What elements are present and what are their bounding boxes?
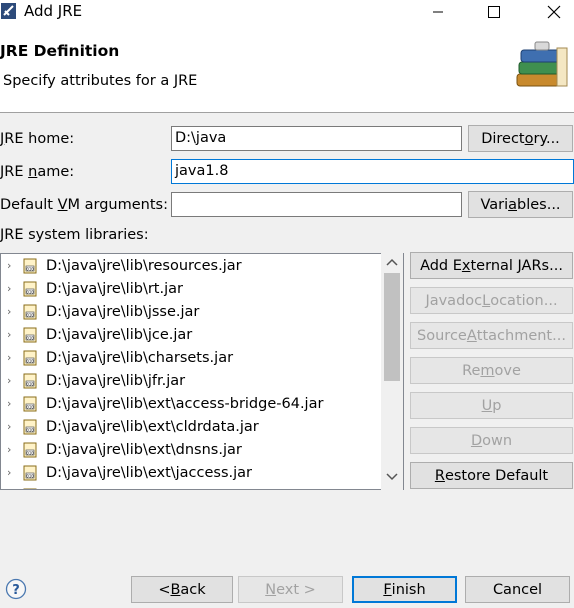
minimize-icon — [433, 11, 443, 13]
close-button[interactable] — [534, 0, 574, 24]
system-libraries-list[interactable]: › 010 D:\java\jre\lib\resources.jar › 010 D:\… — [0, 253, 404, 490]
library-path: D:\java\jre\lib\jce.jar — [46, 326, 193, 343]
jre-home-input[interactable]: D:\java — [171, 126, 462, 151]
eclipse-app-icon — [1, 3, 16, 19]
library-path: D:\java\jre\lib\ext\dnsns.jar — [46, 441, 242, 458]
javadoc-location-button[interactable]: Javadoc Location... — [410, 287, 573, 314]
library-row[interactable]: › 010 D:\java\jre\lib\jfr.jar — [1, 369, 381, 392]
library-row[interactable]: › 010 D:\java\jre\lib\ext\jaccess.jar — [1, 461, 381, 484]
vm-arguments-label: Default VM arguments: — [0, 197, 168, 213]
window-title: Add JRE — [24, 2, 83, 20]
svg-text:010: 010 — [26, 450, 34, 455]
jar-library-icon: 010 — [23, 488, 37, 489]
variables-button[interactable]: Vari a bles... — [468, 191, 573, 218]
system-libraries-label: JRE system libraries: — [0, 227, 149, 243]
jre-home-label: JRE home: — [0, 131, 75, 147]
chevron-right-icon[interactable]: › — [7, 489, 19, 490]
help-icon[interactable]: ? — [5, 578, 27, 600]
library-row[interactable]: › 010 D:\java\jre\lib\resources.jar — [1, 254, 381, 277]
library-row[interactable]: › 010 D:\java\jre\lib\ext\cldrdata.jar — [1, 415, 381, 438]
library-row[interactable]: › 010 D:\java\jre\lib\ext\dnsns.jar — [1, 438, 381, 461]
library-row[interactable]: › 010 D:\java\jre\lib\jsse.jar — [1, 300, 381, 323]
svg-text:010: 010 — [26, 289, 34, 294]
up-button[interactable]: Up — [410, 392, 573, 419]
library-row[interactable]: › 010 D:\java\jre\lib\ext\access-bridge-64… — [1, 392, 381, 415]
header-title: JRE Definition — [0, 42, 120, 60]
cancel-button[interactable]: Cancel — [465, 576, 570, 603]
next-button[interactable]: Next > — [238, 576, 343, 603]
library-path: D:\java\jre\lib\ext\cldrdata.jar — [46, 418, 259, 435]
restore-default-button[interactable]: Restore Default — [410, 462, 573, 489]
chevron-right-icon[interactable]: › — [7, 305, 19, 318]
jar-library-icon: 010 — [23, 373, 37, 389]
svg-text:010: 010 — [26, 381, 34, 386]
chevron-right-icon[interactable]: › — [7, 420, 19, 433]
jar-library-icon: 010 — [23, 396, 37, 412]
svg-text:010: 010 — [26, 312, 34, 317]
library-row[interactable]: › 010 D:\java\jre\lib\rt.jar — [1, 277, 381, 300]
library-path: D:\java\jre\lib\charsets.jar — [46, 349, 234, 366]
scroll-down-icon[interactable] — [385, 472, 399, 482]
jar-library-icon: 010 — [23, 442, 37, 458]
vm-arguments-input[interactable] — [171, 192, 462, 217]
svg-text:010: 010 — [26, 358, 34, 363]
source-attachment-button[interactable]: Source Attachment... — [410, 322, 573, 349]
directory-button[interactable]: Direct o ry... — [468, 125, 573, 152]
svg-text:010: 010 — [26, 335, 34, 340]
library-row[interactable]: › 010 D:\java\jre\lib\jce.jar — [1, 323, 381, 346]
scrollbar-thumb[interactable] — [384, 273, 400, 381]
close-icon — [547, 5, 561, 19]
library-row[interactable]: › 010 D:\java\jre\lib\charsets.jar — [1, 346, 381, 369]
jar-library-icon: 010 — [23, 419, 37, 435]
chevron-right-icon[interactable]: › — [7, 397, 19, 410]
minimize-button[interactable] — [418, 0, 458, 24]
svg-text:?: ? — [12, 583, 20, 598]
chevron-right-icon[interactable]: › — [7, 328, 19, 341]
chevron-right-icon[interactable]: › — [7, 374, 19, 387]
svg-text:010: 010 — [26, 266, 34, 271]
maximize-icon — [488, 6, 500, 18]
chevron-right-icon[interactable]: › — [7, 466, 19, 479]
library-path: D:\java\jre\lib\ext\jaccess.jar — [46, 464, 253, 481]
jar-library-icon: 010 — [23, 281, 37, 297]
chevron-right-icon[interactable]: › — [7, 259, 19, 272]
finish-button[interactable]: Finish — [352, 576, 457, 603]
scroll-up-icon[interactable] — [385, 257, 399, 267]
chevron-right-icon[interactable]: › — [7, 351, 19, 364]
library-path: D:\java\jre\lib\ext\access-bridge-64.jar — [46, 395, 324, 412]
library-path: D:\java\jre\lib\resources.jar — [46, 257, 242, 274]
svg-text:010: 010 — [26, 404, 34, 409]
jar-library-icon: 010 — [23, 258, 37, 274]
library-path: D:\java\jre\lib\jsse.jar — [46, 303, 200, 320]
jar-library-icon: 010 — [23, 304, 37, 320]
header-subtitle: Specify attributes for a JRE — [3, 73, 198, 89]
svg-text:010: 010 — [26, 473, 34, 478]
jar-library-icon: 010 — [23, 465, 37, 481]
jre-name-input[interactable]: java1.8 — [171, 159, 574, 184]
add-external-jars-button[interactable]: Add Ex ternal JARs... — [410, 252, 573, 279]
chevron-right-icon[interactable]: › — [7, 282, 19, 295]
maximize-button[interactable] — [474, 0, 514, 24]
jre-name-label: JRE name: — [0, 164, 75, 180]
library-path: D:\java\jre\lib\jfr.jar — [46, 372, 186, 389]
back-button[interactable]: < Back — [131, 576, 233, 603]
jar-library-icon: 010 — [23, 327, 37, 343]
chevron-right-icon[interactable]: › — [7, 443, 19, 456]
library-row-partial[interactable]: › 010 — [1, 484, 381, 490]
down-button[interactable]: Down — [410, 427, 573, 454]
jar-library-icon: 010 — [23, 350, 37, 366]
svg-text:010: 010 — [26, 427, 34, 432]
library-path: D:\java\jre\lib\rt.jar — [46, 280, 183, 297]
remove-button[interactable]: Re m ove — [410, 357, 573, 384]
dialog-header — [0, 24, 574, 113]
books-icon — [516, 41, 568, 87]
